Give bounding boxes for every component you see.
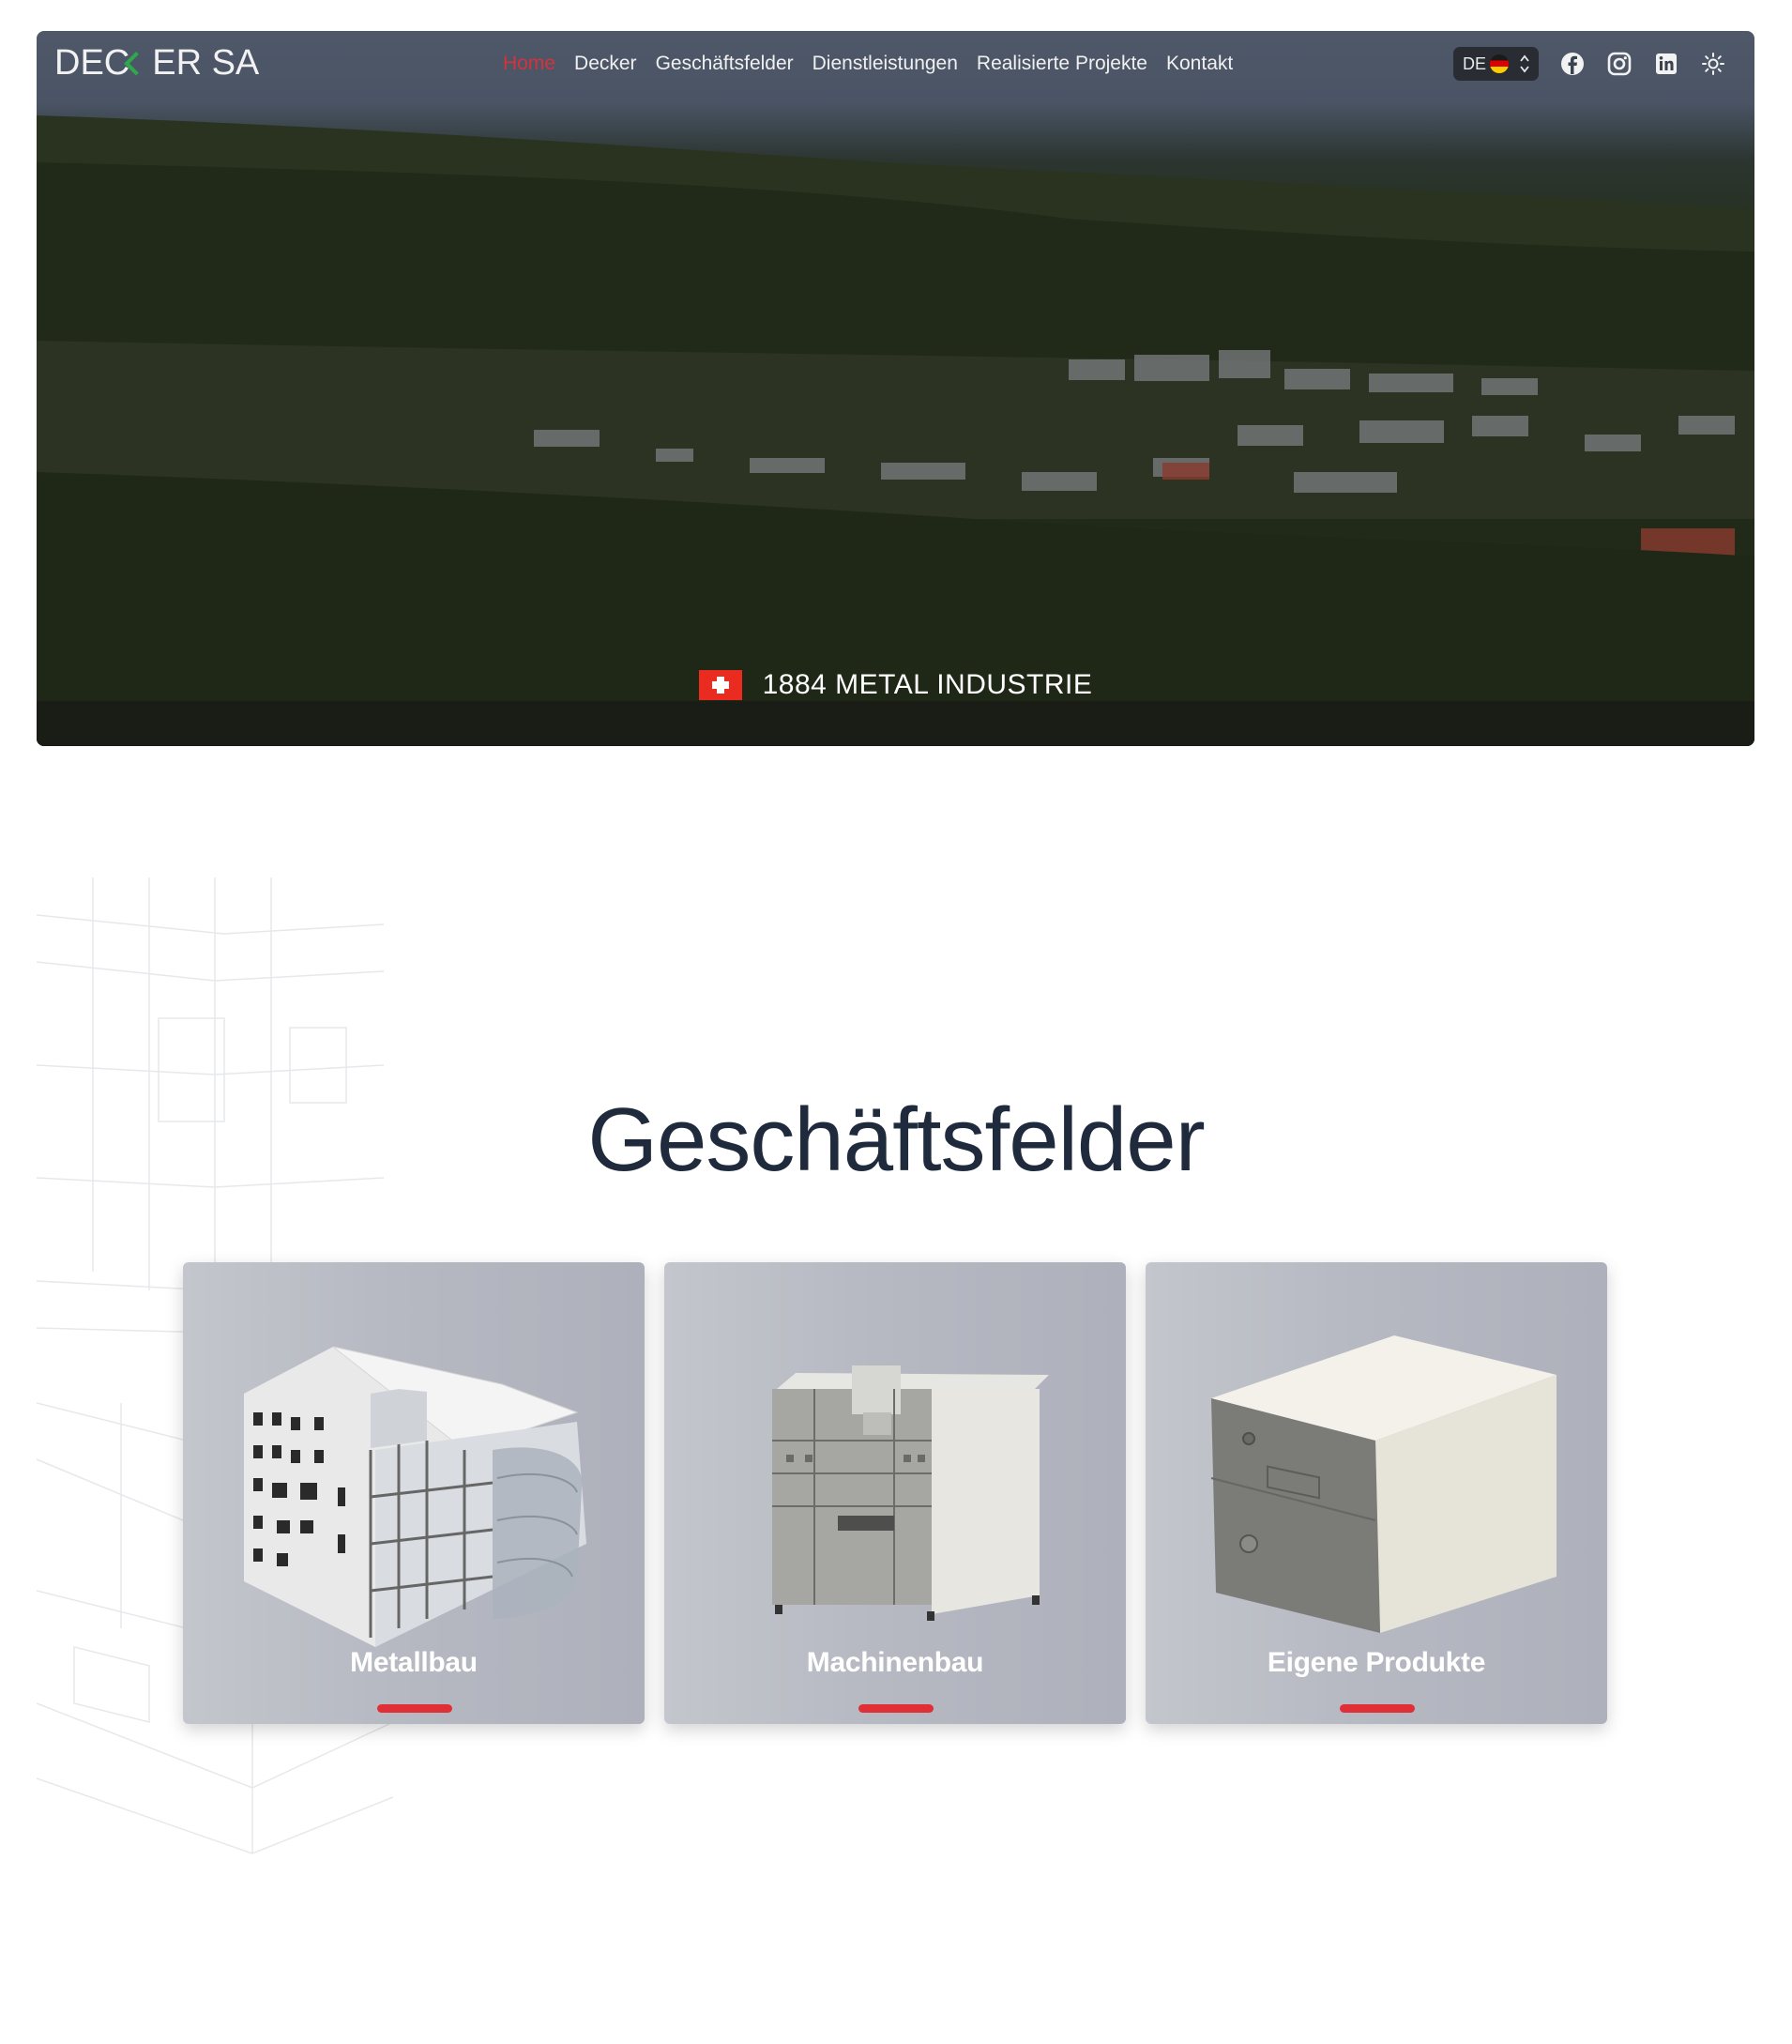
nav-dienstleistungen[interactable]: Dienstleistungen	[812, 52, 958, 76]
card-accent-bar	[858, 1704, 934, 1713]
hero-banner: DEC ER SA Home Decker Geschäftsfelder Di…	[37, 31, 1754, 746]
german-flag-icon	[1490, 54, 1509, 73]
card-accent-bar	[1340, 1704, 1415, 1713]
card-machinenbau[interactable]: Machinenbau	[664, 1262, 1126, 1724]
nav-realisierte-projekte[interactable]: Realisierte Projekte	[977, 52, 1147, 76]
logo-text-right: ER SA	[152, 43, 260, 83]
header-tools: DE	[1452, 47, 1726, 81]
mailbox-icon	[1210, 1335, 1557, 1633]
language-code: DE	[1462, 53, 1486, 73]
nav-home[interactable]: Home	[503, 52, 555, 76]
facebook-icon[interactable]	[1559, 51, 1586, 77]
nav-kontakt[interactable]: Kontakt	[1166, 52, 1233, 76]
nav-decker[interactable]: Decker	[574, 52, 637, 76]
nav-geschaeftsfelder[interactable]: Geschäftsfelder	[656, 52, 794, 76]
logo-text-left: DEC	[54, 43, 130, 83]
decker-logo[interactable]: DEC ER SA	[54, 42, 259, 84]
card-metallbau[interactable]: Metallbau	[183, 1262, 645, 1724]
chevron-updown-icon	[1520, 54, 1529, 73]
machine-icon	[772, 1365, 1049, 1621]
logo-k-mark	[130, 49, 151, 77]
card-label: Machinenbau	[806, 1647, 984, 1678]
business-fields-cards: Metallbau Machinenbau Eigene Produkte	[183, 1262, 1607, 1724]
card-label: Eigene Produkte	[1267, 1647, 1486, 1678]
language-selector[interactable]: DE	[1452, 47, 1539, 81]
card-eigene-produkte[interactable]: Eigene Produkte	[1146, 1262, 1607, 1724]
hero-tagline-text: 1884 METAL INDUSTRIE	[762, 669, 1093, 700]
hero-bottom-band	[37, 701, 1754, 746]
card-accent-bar	[377, 1704, 452, 1713]
hero-landscape-image	[37, 115, 1754, 746]
swiss-flag-icon	[698, 670, 742, 700]
section-title: Geschäftsfelder	[587, 1090, 1205, 1190]
top-navigation: DEC ER SA Home Decker Geschäftsfelder Di…	[37, 31, 1754, 99]
hero-tagline: 1884 METAL INDUSTRIE	[37, 669, 1754, 701]
instagram-icon[interactable]	[1606, 51, 1633, 77]
card-label: Metallbau	[350, 1647, 478, 1678]
sun-icon[interactable]	[1700, 51, 1726, 77]
linkedin-icon[interactable]	[1653, 51, 1679, 77]
building-icon	[244, 1346, 586, 1647]
